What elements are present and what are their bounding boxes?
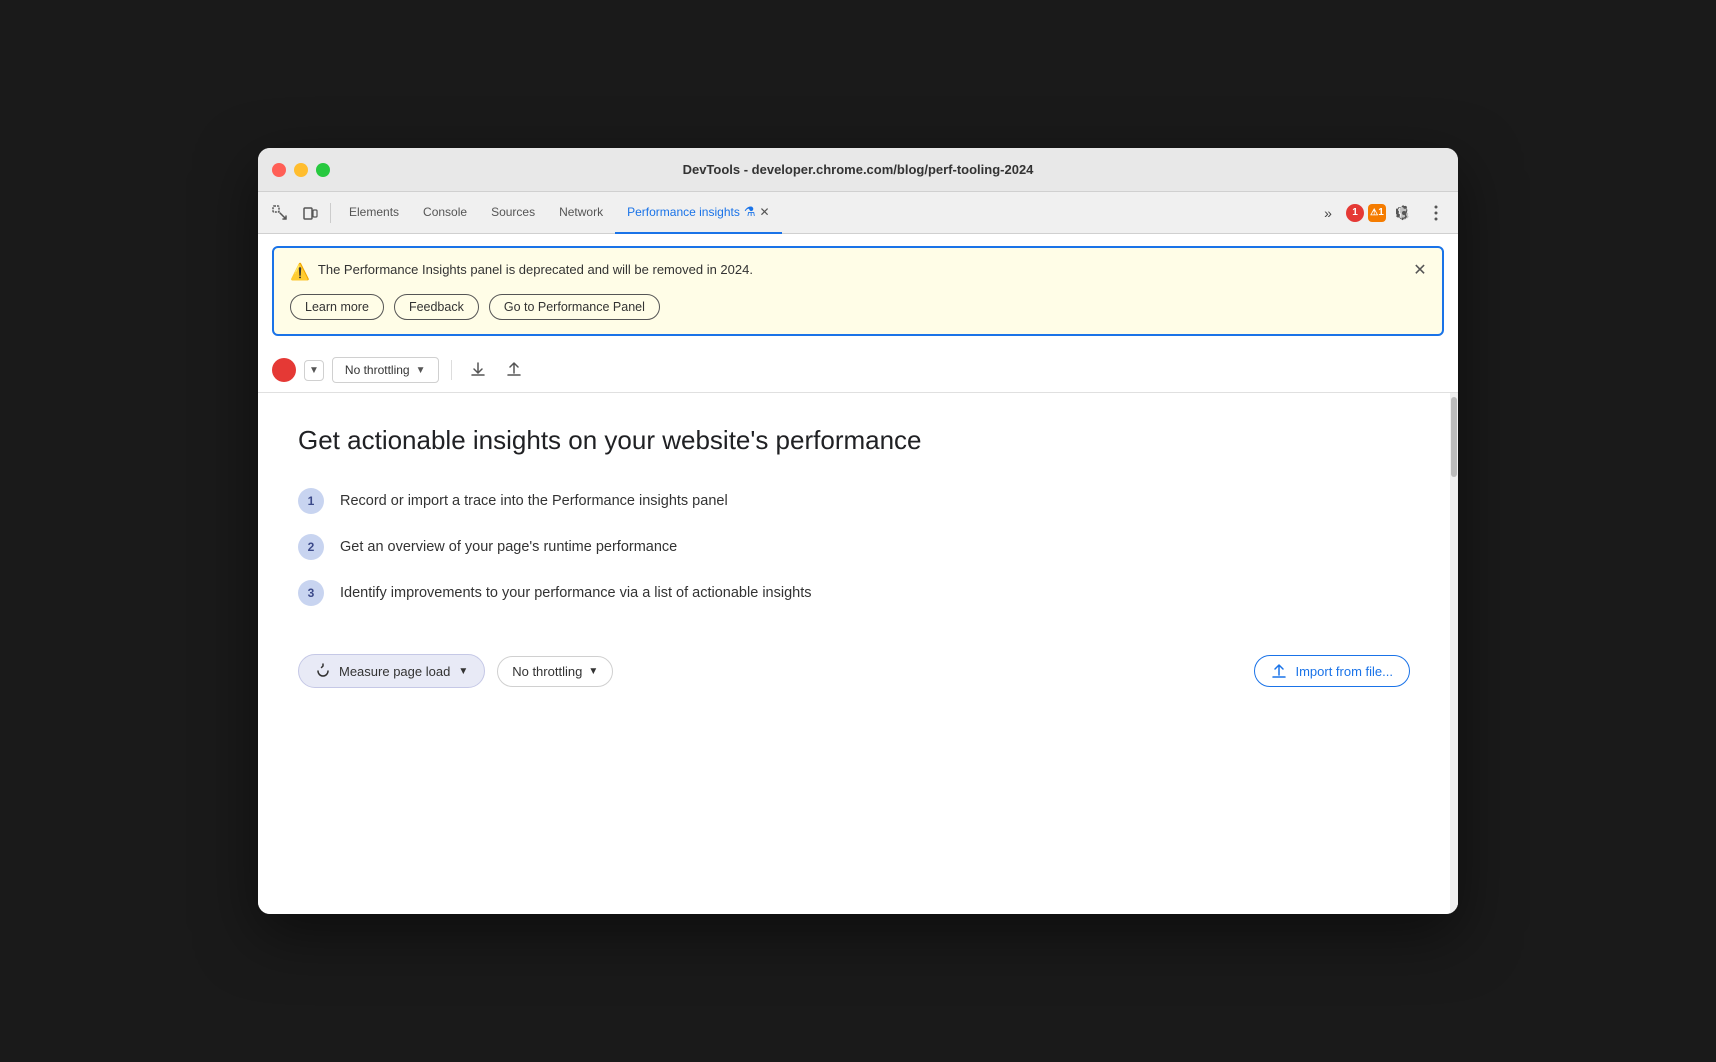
error-count-badge: 1 bbox=[1346, 204, 1364, 222]
error-badge: 1 bbox=[1346, 204, 1364, 222]
record-chevron-icon: ▼ bbox=[309, 365, 319, 376]
toolbar-right: » 1 ⚠ 1 bbox=[1314, 199, 1450, 227]
close-button[interactable] bbox=[272, 163, 286, 177]
devtools-window: DevTools - developer.chrome.com/blog/per… bbox=[258, 148, 1458, 914]
scrollbar[interactable] bbox=[1450, 393, 1458, 914]
warning-badge: ⚠ 1 bbox=[1368, 204, 1386, 222]
measure-page-load-button[interactable]: Measure page load ▼ bbox=[298, 654, 485, 688]
titlebar-buttons bbox=[272, 163, 330, 177]
throttling-chevron-icon: ▼ bbox=[416, 365, 426, 376]
close-tab-button[interactable]: ✕ bbox=[755, 205, 769, 219]
bottom-throttling-dropdown[interactable]: No throttling ▼ bbox=[497, 656, 613, 687]
controls-divider bbox=[451, 360, 452, 380]
tab-performance-insights[interactable]: Performance insights ⚗ ✕ bbox=[615, 192, 781, 234]
main-heading: Get actionable insights on your website'… bbox=[298, 425, 1410, 456]
settings-button[interactable] bbox=[1390, 199, 1418, 227]
step-item-2: 2 Get an overview of your page's runtime… bbox=[298, 534, 1410, 560]
record-dropdown-button[interactable]: ▼ bbox=[304, 360, 324, 381]
warning-icon: ⚠️ bbox=[290, 262, 310, 282]
steps-list: 1 Record or import a trace into the Perf… bbox=[298, 488, 1410, 606]
devtools-body: ⚠️ The Performance Insights panel is dep… bbox=[258, 234, 1458, 914]
toolbar-divider bbox=[330, 203, 331, 223]
close-banner-button[interactable]: ✕ bbox=[1408, 258, 1432, 282]
tab-elements[interactable]: Elements bbox=[337, 192, 411, 234]
step-number-1: 1 bbox=[298, 488, 324, 514]
step-number-2: 2 bbox=[298, 534, 324, 560]
measure-chevron-icon: ▼ bbox=[458, 666, 468, 677]
deprecation-action-buttons: Learn more Feedback Go to Performance Pa… bbox=[290, 294, 1426, 320]
scrollbar-thumb[interactable] bbox=[1451, 397, 1457, 477]
devtools-toolbar: Elements Console Sources Network Perform… bbox=[258, 192, 1458, 234]
warning-count-badge: ⚠ 1 bbox=[1368, 204, 1386, 222]
content-area: Get actionable insights on your website'… bbox=[258, 393, 1458, 914]
more-options-button[interactable] bbox=[1422, 199, 1450, 227]
titlebar: DevTools - developer.chrome.com/blog/per… bbox=[258, 148, 1458, 192]
window-title: DevTools - developer.chrome.com/blog/per… bbox=[683, 162, 1034, 177]
tab-network[interactable]: Network bbox=[547, 192, 615, 234]
step-item-3: 3 Identify improvements to your performa… bbox=[298, 580, 1410, 606]
import-from-file-button[interactable]: Import from file... bbox=[1254, 655, 1410, 687]
device-toolbar-button[interactable] bbox=[296, 199, 324, 227]
deprecation-banner: ⚠️ The Performance Insights panel is dep… bbox=[272, 246, 1444, 336]
record-button[interactable] bbox=[272, 358, 296, 382]
deprecation-message: ⚠️ The Performance Insights panel is dep… bbox=[290, 262, 1426, 282]
minimize-button[interactable] bbox=[294, 163, 308, 177]
go-to-performance-button[interactable]: Go to Performance Panel bbox=[489, 294, 660, 320]
tab-console[interactable]: Console bbox=[411, 192, 479, 234]
export-button[interactable] bbox=[464, 356, 492, 384]
feedback-button[interactable]: Feedback bbox=[394, 294, 479, 320]
throttling-dropdown[interactable]: No throttling ▼ bbox=[332, 357, 439, 383]
inspect-element-button[interactable] bbox=[266, 199, 294, 227]
step-text-1: Record or import a trace into the Perfor… bbox=[340, 493, 728, 509]
step-item-1: 1 Record or import a trace into the Perf… bbox=[298, 488, 1410, 514]
step-text-3: Identify improvements to your performanc… bbox=[340, 585, 811, 601]
controls-bar: ▼ No throttling ▼ bbox=[258, 348, 1458, 393]
performance-insights-icon: ⚗ bbox=[744, 204, 756, 220]
learn-more-button[interactable]: Learn more bbox=[290, 294, 384, 320]
maximize-button[interactable] bbox=[316, 163, 330, 177]
import-button[interactable] bbox=[500, 356, 528, 384]
bottom-controls: Measure page load ▼ No throttling ▼ Impo… bbox=[298, 654, 1410, 688]
tab-sources[interactable]: Sources bbox=[479, 192, 547, 234]
tabs-bar: Elements Console Sources Network Perform… bbox=[337, 192, 1312, 234]
bottom-throttle-chevron-icon: ▼ bbox=[588, 666, 598, 677]
step-number-3: 3 bbox=[298, 580, 324, 606]
main-content: Get actionable insights on your website'… bbox=[258, 393, 1450, 914]
step-text-2: Get an overview of your page's runtime p… bbox=[340, 539, 677, 555]
more-tabs-button[interactable]: » bbox=[1314, 199, 1342, 227]
